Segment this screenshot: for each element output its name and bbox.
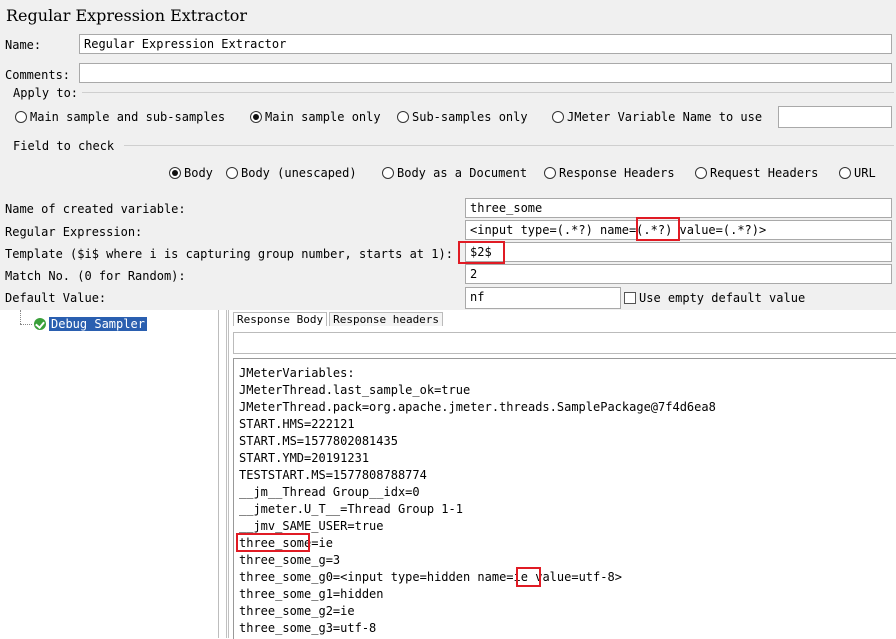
response-line: three_some_g2=ie: [239, 604, 355, 618]
default-value-label: Default Value:: [5, 291, 107, 305]
tree-connector: [20, 324, 32, 326]
radio-sub-only[interactable]: Sub-samples only: [397, 110, 528, 124]
use-empty-default-checkbox[interactable]: Use empty default value: [624, 291, 805, 305]
regex-extractor-panel: Regular Expression Extractor Name: Regul…: [0, 0, 896, 310]
results-search-box[interactable]: [233, 332, 896, 354]
radio-circle-selected: [169, 167, 181, 179]
radio-label: Main sample only: [265, 110, 381, 124]
radio-body[interactable]: Body: [169, 166, 213, 180]
radio-circle: [15, 111, 27, 123]
tab-response-headers[interactable]: Response headers: [329, 312, 444, 326]
response-body-text[interactable]: JMeterVariables: JMeterThread.last_sampl…: [233, 358, 896, 639]
radio-jmeter-variable[interactable]: JMeter Variable Name to use: [552, 110, 762, 124]
radio-label: Sub-samples only: [412, 110, 528, 124]
response-line: JMeterThread.pack=org.apache.jmeter.thre…: [239, 400, 716, 414]
highlight-capture-group: [636, 217, 680, 241]
radio-label: JMeter Variable Name to use: [567, 110, 763, 124]
response-line: three_some_g1=hidden: [239, 587, 384, 601]
radio-label: Main sample and sub-samples: [30, 110, 226, 124]
regex-text-end: value=(.*?)>: [672, 223, 767, 237]
radio-label: Response Headers: [559, 166, 675, 180]
response-line: three_some_g0=<input type=hidden name=ie…: [239, 570, 622, 584]
results-panel: Response Body Response headers JMeterVar…: [226, 310, 896, 639]
created-variable-label: Name of created variable:: [5, 202, 186, 216]
regex-label: Regular Expression:: [5, 225, 143, 239]
sampler-ok-icon: [34, 318, 46, 330]
template-field[interactable]: $2$: [465, 242, 892, 262]
radio-circle: [544, 167, 556, 179]
radio-main-and-sub[interactable]: Main sample and sub-samples: [15, 110, 225, 124]
radio-body-unescaped[interactable]: Body (unescaped): [226, 166, 357, 180]
response-line: START.YMD=20191231: [239, 451, 370, 465]
panel-title: Regular Expression Extractor: [6, 6, 248, 25]
created-variable-field[interactable]: three_some: [465, 198, 892, 218]
radio-response-headers[interactable]: Response Headers: [544, 166, 675, 180]
radio-label: Request Headers: [710, 166, 819, 180]
radio-label: URL: [854, 166, 876, 180]
g0-text-start: three_some_g0=<input type=hidden name=: [239, 570, 514, 584]
jmeter-variable-input[interactable]: [778, 106, 892, 128]
field-to-check-legend: Field to check: [13, 139, 115, 153]
default-value-field[interactable]: nf: [465, 287, 621, 309]
results-tabs: Response Body Response headers: [233, 312, 445, 326]
response-line: JMeterVariables:: [239, 366, 355, 380]
tab-response-body[interactable]: Response Body: [233, 312, 328, 326]
response-line: START.HMS=222121: [239, 417, 355, 431]
radio-request-headers[interactable]: Request Headers: [695, 166, 818, 180]
highlight-template: [458, 241, 505, 264]
response-line: TESTSTART.MS=1577808788774: [239, 468, 427, 482]
comments-field[interactable]: [79, 63, 892, 83]
g0-text-end: value=utf-8>: [528, 570, 622, 584]
tree-connector: [20, 310, 22, 324]
name-label: Name:: [5, 38, 42, 52]
comments-label: Comments:: [5, 68, 71, 82]
radio-label: Body (unescaped): [241, 166, 357, 180]
radio-circle: [839, 167, 851, 179]
tree-node-label: Debug Sampler: [49, 317, 147, 331]
response-line: three_some_g=3: [239, 553, 341, 567]
checkbox-label: Use empty default value: [639, 291, 806, 305]
template-label: Template ($i$ where i is capturing group…: [5, 247, 453, 261]
apply-to-divider: [82, 92, 894, 93]
radio-circle: [226, 167, 238, 179]
apply-to-legend: Apply to:: [13, 86, 79, 100]
highlight-result-variable: [236, 533, 310, 552]
radio-circle: [397, 111, 409, 123]
field-to-check-divider: [124, 145, 894, 146]
response-line: __jmv_SAME_USER=true: [239, 519, 384, 533]
radio-circle: [382, 167, 394, 179]
tree-node-debug-sampler[interactable]: Debug Sampler: [34, 317, 147, 331]
response-line: JMeterThread.last_sample_ok=true: [239, 383, 471, 397]
radio-circle: [552, 111, 564, 123]
response-line: three_some_g3=utf-8: [239, 621, 377, 635]
highlight-result-value: [516, 567, 541, 587]
radio-label: Body: [184, 166, 213, 180]
match-no-label: Match No. (0 for Random):: [5, 269, 186, 283]
name-field[interactable]: Regular Expression Extractor: [79, 34, 892, 54]
response-line: __jmeter.U_T__=Thread Group 1-1: [239, 502, 463, 516]
radio-label: Body as a Document: [397, 166, 528, 180]
radio-circle-selected: [250, 111, 262, 123]
response-line: START.MS=1577802081435: [239, 434, 398, 448]
radio-url[interactable]: URL: [839, 166, 876, 180]
regex-text-start: <input type=(.*?) name=: [470, 223, 637, 237]
match-no-field[interactable]: 2: [465, 264, 892, 284]
test-plan-tree: Debug Sampler: [0, 310, 219, 638]
checkbox-box: [624, 292, 636, 304]
radio-body-document[interactable]: Body as a Document: [382, 166, 527, 180]
radio-main-only[interactable]: Main sample only: [250, 110, 381, 124]
response-line: __jm__Thread Group__idx=0: [239, 485, 420, 499]
radio-circle: [695, 167, 707, 179]
